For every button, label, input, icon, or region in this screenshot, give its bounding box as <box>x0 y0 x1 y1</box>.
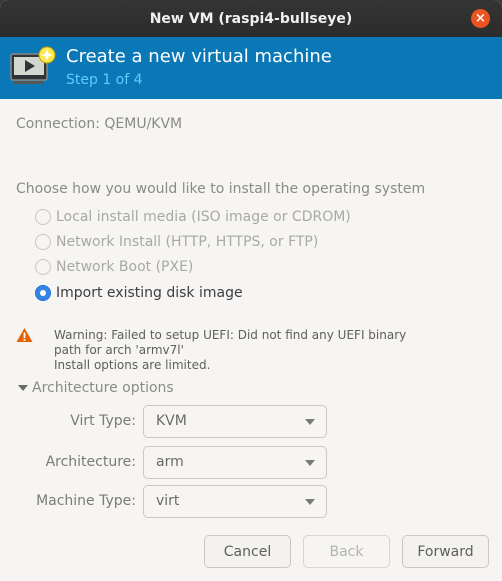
new-vm-dialog: New VM (raspi4-bullseye) × Create a new … <box>0 0 502 581</box>
expander-label: Architecture options <box>32 380 174 396</box>
select-value: virt <box>156 493 180 509</box>
forward-button[interactable]: Forward <box>402 535 489 568</box>
back-button[interactable]: Back <box>303 535 390 568</box>
select-value: arm <box>156 454 184 470</box>
close-icon: × <box>475 11 486 26</box>
uefi-warning-text: Warning: Failed to setup UEFI: Did not f… <box>54 328 434 373</box>
machine-type-select[interactable]: virt <box>143 485 327 518</box>
radio-label: Network Install (HTTP, HTTPS, or FTP) <box>56 234 319 250</box>
close-button[interactable]: × <box>471 9 490 28</box>
radio-network-boot[interactable]: Network Boot (PXE) <box>35 257 193 277</box>
wizard-header: Create a new virtual machine Step 1 of 4 <box>0 37 502 99</box>
warning-icon <box>16 328 33 342</box>
virt-type-select[interactable]: KVM <box>143 405 327 438</box>
radio-local-install[interactable]: Local install media (ISO image or CDROM) <box>35 207 351 227</box>
virt-type-label: Virt Type: <box>70 413 136 429</box>
machine-type-label: Machine Type: <box>36 493 136 509</box>
cancel-button[interactable]: Cancel <box>204 535 291 568</box>
wizard-step: Step 1 of 4 <box>66 72 143 88</box>
connection-label: Connection: QEMU/KVM <box>16 116 183 132</box>
radio-button[interactable] <box>35 209 51 225</box>
radio-button[interactable] <box>35 234 51 250</box>
vm-monitor-icon <box>10 46 56 84</box>
radio-import-disk[interactable]: Import existing disk image <box>35 283 243 303</box>
warning-line: Install options are limited. <box>54 358 211 372</box>
radio-network-install[interactable]: Network Install (HTTP, HTTPS, or FTP) <box>35 232 318 252</box>
radio-label: Local install media (ISO image or CDROM) <box>56 209 351 225</box>
architecture-options-expander[interactable]: Architecture options <box>18 380 174 396</box>
warning-line: Warning: Failed to setup UEFI: Did not f… <box>54 328 407 342</box>
warning-line: path for arch 'armv7l' <box>54 343 184 357</box>
radio-label: Network Boot (PXE) <box>56 259 194 275</box>
chevron-down-icon <box>305 419 315 425</box>
architecture-label: Architecture: <box>45 454 136 470</box>
chevron-down-icon <box>305 460 315 466</box>
radio-button-checked[interactable] <box>35 285 51 301</box>
expander-arrow-icon <box>18 385 28 391</box>
select-value: KVM <box>156 413 187 429</box>
window-title: New VM (raspi4-bullseye) <box>149 10 353 27</box>
chevron-down-icon <box>305 499 315 505</box>
wizard-title: Create a new virtual machine <box>66 46 332 67</box>
radio-label: Import existing disk image <box>56 285 243 301</box>
radio-button[interactable] <box>35 259 51 275</box>
install-method-heading: Choose how you would like to install the… <box>16 181 426 197</box>
architecture-select[interactable]: arm <box>143 446 327 479</box>
title-bar[interactable]: New VM (raspi4-bullseye) × <box>0 0 502 37</box>
